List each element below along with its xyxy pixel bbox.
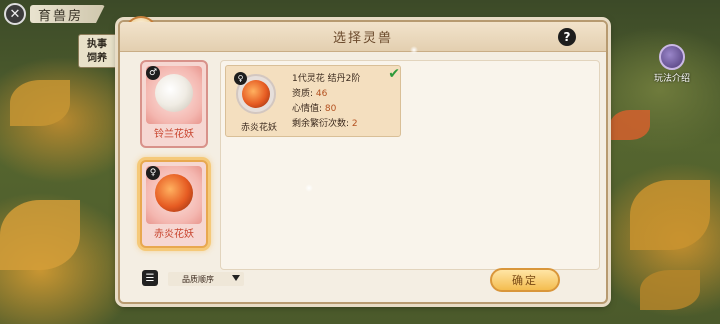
beast-card[interactable]: ♂ 铃兰花妖 — [140, 60, 208, 148]
beast-name: 赤炎花妖 — [240, 123, 277, 133]
mood-label: 心情值: — [292, 104, 323, 114]
mood-value: 80 — [324, 104, 337, 114]
quality-row: 资质: 46 — [292, 87, 396, 102]
check-icon: ✔ — [388, 66, 400, 82]
fire-flower-demon-sprite — [242, 80, 270, 108]
help-button[interactable]: ? — [558, 28, 576, 46]
lily-flower-demon-sprite — [155, 74, 193, 112]
leaf-decoration — [0, 200, 80, 270]
sort-icon[interactable]: ☰ — [142, 270, 158, 286]
beast-stats: 1代灵花 结丹2阶 资质: 46 心情值: 80 剩余繁衍次数: 2 — [292, 72, 396, 132]
side-note[interactable]: 执事 饲养 — [78, 34, 118, 68]
guide-button[interactable]: 玩法介绍 — [652, 44, 692, 84]
question-icon: ? — [563, 30, 571, 44]
close-icon: ✕ — [9, 6, 21, 22]
beast-card-label: 铃兰花妖 — [154, 129, 194, 140]
leaf-decoration — [630, 180, 710, 250]
leaf-decoration — [640, 270, 700, 310]
select-beast-panel: 选择灵兽 ? ♂ 铃兰花妖 ♀ 赤炎花妖 ♀ 赤炎花妖 1代灵花 结丹2阶 资质… — [118, 16, 608, 304]
mood-row: 心情值: 80 — [292, 102, 396, 117]
beast-card[interactable]: ♀ 赤炎花妖 — [140, 160, 208, 248]
beast-card-label: 赤炎花妖 — [154, 229, 194, 240]
guide-label: 玩法介绍 — [653, 74, 690, 84]
fire-flower-demon-sprite — [155, 174, 193, 212]
quality-label: 资质: — [292, 89, 314, 99]
guide-icon — [659, 44, 685, 70]
top-title-bar: ✕ 育兽房 — [4, 3, 116, 25]
quality-value: 46 — [315, 89, 328, 99]
panel-title: 选择灵兽 — [332, 31, 393, 46]
breed-label: 剩余繁衍次数: — [292, 119, 350, 129]
confirm-button[interactable]: 确定 — [490, 268, 560, 292]
chevron-down-icon — [232, 275, 240, 281]
leaf-decoration — [610, 110, 650, 140]
sparkle-decoration — [305, 184, 313, 192]
sort-dropdown[interactable]: 品质顺序 — [168, 272, 244, 286]
male-icon: ♂ — [146, 66, 160, 80]
side-note-line1: 执事 — [87, 39, 107, 50]
leaf-decoration — [10, 80, 70, 126]
panel-header: 选择灵兽 ? — [120, 22, 606, 52]
side-note-line2: 饲养 — [87, 53, 107, 64]
breed-row: 剩余繁衍次数: 2 — [292, 117, 396, 132]
female-icon: ♀ — [234, 72, 247, 85]
sort-dropdown-label: 品质顺序 — [182, 274, 214, 284]
female-icon: ♀ — [146, 166, 160, 180]
breed-value: 2 — [351, 119, 358, 129]
beast-generation: 1代灵花 结丹2阶 — [292, 74, 361, 84]
selected-beast-area: ♀ 赤炎花妖 1代灵花 结丹2阶 资质: 46 心情值: 80 剩余繁衍次数: … — [220, 60, 600, 270]
page-title: 育兽房 — [30, 5, 106, 23]
close-button[interactable]: ✕ — [4, 3, 26, 25]
sparkle-decoration — [410, 46, 418, 54]
beast-info-card[interactable]: ♀ 赤炎花妖 1代灵花 结丹2阶 资质: 46 心情值: 80 剩余繁衍次数: … — [225, 65, 401, 137]
beast-list: ♂ 铃兰花妖 ♀ 赤炎花妖 — [134, 60, 214, 260]
